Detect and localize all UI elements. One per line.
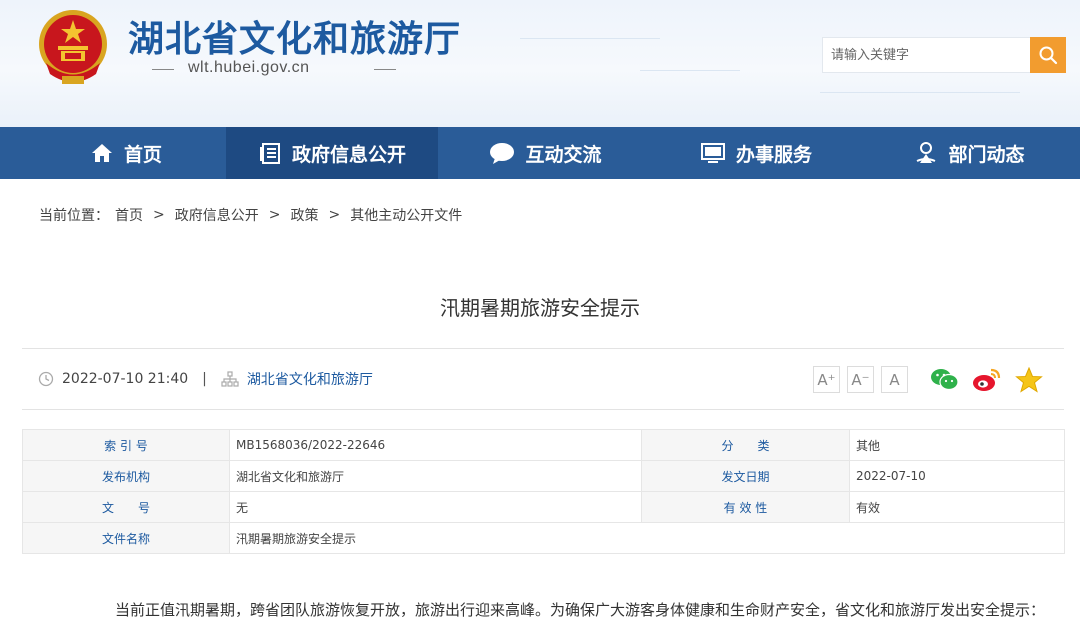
breadcrumb-link-home[interactable]: 首页: [115, 205, 143, 225]
nav-item-services[interactable]: 办事服务: [653, 127, 859, 179]
article-body-paragraph: 当前正值汛期暑期，跨省团队旅游恢复开放，旅游出行迎来高峰。为确保广大游客身体健康…: [115, 601, 1046, 619]
decorative-line: [820, 92, 1020, 93]
info-label: 分 类: [641, 429, 850, 461]
organization-icon: [221, 371, 239, 387]
weibo-icon: [973, 368, 1001, 391]
info-value: 湖北省文化和旅游厅: [229, 460, 642, 492]
decorative-line: [640, 70, 740, 71]
search-box: [822, 37, 1066, 73]
decorative-line: [520, 38, 660, 39]
search-input[interactable]: [823, 38, 1031, 72]
nav-item-label: 首页: [123, 143, 162, 166]
publish-datetime: 2022-07-10 21:40: [62, 371, 189, 387]
weibo-share-button[interactable]: [972, 366, 1002, 394]
font-increase-button[interactable]: A⁺: [813, 366, 840, 393]
share-controls: [930, 366, 1044, 394]
font-reset-button[interactable]: A: [881, 366, 908, 393]
nav-item-interaction[interactable]: 互动交流: [438, 127, 653, 179]
table-row: 文件名称 汛期暑期旅游安全提示: [22, 522, 1065, 554]
clock-icon: [38, 371, 54, 387]
table-row: 文 号 无 有 效 性 有效: [22, 491, 1065, 523]
breadcrumb-link-policy[interactable]: 政策: [290, 205, 318, 225]
nav-item-department-news[interactable]: 部门动态: [859, 127, 1080, 179]
breadcrumb-link-gov-info[interactable]: 政府信息公开: [175, 205, 259, 225]
meta-separator: |: [202, 371, 207, 387]
home-icon: [91, 144, 112, 162]
star-icon: [1015, 367, 1043, 393]
info-label: 发布机构: [22, 460, 230, 492]
person-pin-icon: [917, 142, 936, 163]
main-nav: 首页 政府信息公开 互动交流 办事服务 部门动态: [0, 127, 1080, 179]
nav-item-label: 部门动态: [948, 143, 1025, 166]
publish-source: 湖北省文化和旅游厅: [246, 372, 373, 388]
breadcrumb-separator: >: [328, 207, 341, 223]
domain-rule-right: [374, 69, 396, 70]
chat-bubble-icon: [490, 143, 515, 164]
document-info-table: 索 引 号 MB1568036/2022-22646 分 类 其他 发布机构 湖…: [22, 429, 1065, 554]
breadcrumb-link-other-files[interactable]: 其他主动公开文件: [350, 205, 462, 225]
wechat-icon: [931, 369, 959, 391]
info-label: 发文日期: [641, 460, 850, 492]
search-icon: [1039, 46, 1058, 65]
national-emblem-icon: [39, 10, 107, 84]
domain-rule-left: [152, 69, 174, 70]
font-decrease-button[interactable]: A⁻: [847, 366, 874, 393]
info-value: 有效: [849, 491, 1065, 523]
article-title: 汛期暑期旅游安全提示: [440, 296, 640, 320]
info-value: MB1568036/2022-22646: [229, 429, 642, 461]
nav-item-label: 政府信息公开: [291, 143, 406, 166]
nav-item-label: 办事服务: [735, 143, 812, 166]
info-value: 2022-07-10: [849, 460, 1065, 492]
divider: [22, 409, 1064, 410]
nav-item-gov-info[interactable]: 政府信息公开: [226, 127, 438, 179]
table-row: 索 引 号 MB1568036/2022-22646 分 类 其他: [22, 429, 1065, 461]
table-row: 发布机构 湖北省文化和旅游厅 发文日期 2022-07-10: [22, 460, 1065, 492]
site-domain: wlt.hubei.gov.cn: [188, 59, 310, 76]
site-title: 湖北省文化和旅游厅: [128, 19, 462, 60]
info-label: 文件名称: [22, 522, 230, 554]
breadcrumb: 当前位置： 首页 > 政府信息公开 > 政策 > 其他主动公开文件: [39, 205, 462, 225]
info-value: 其他: [849, 429, 1065, 461]
info-label: 有 效 性: [641, 491, 850, 523]
font-size-controls: A⁺ A⁻ A: [813, 366, 908, 393]
breadcrumb-separator: >: [268, 207, 281, 223]
info-value: 无: [229, 491, 642, 523]
nav-item-home[interactable]: 首页: [0, 127, 226, 179]
monitor-icon: [700, 143, 725, 163]
breadcrumb-prefix: 当前位置：: [39, 208, 109, 224]
article-meta: 2022-07-10 21:40 | 湖北省文化和旅游厅: [38, 369, 373, 389]
search-button[interactable]: [1030, 37, 1066, 73]
breadcrumb-separator: >: [153, 207, 165, 223]
info-label: 文 号: [22, 491, 230, 523]
favorite-button[interactable]: [1014, 366, 1044, 394]
wechat-share-button[interactable]: [930, 366, 960, 394]
info-label: 索 引 号: [22, 429, 230, 461]
document-list-icon: [259, 143, 280, 164]
nav-item-label: 互动交流: [525, 143, 602, 166]
info-value: 汛期暑期旅游安全提示: [229, 522, 1065, 554]
divider: [22, 348, 1064, 349]
site-header: 湖北省文化和旅游厅 wlt.hubei.gov.cn: [0, 0, 1080, 127]
